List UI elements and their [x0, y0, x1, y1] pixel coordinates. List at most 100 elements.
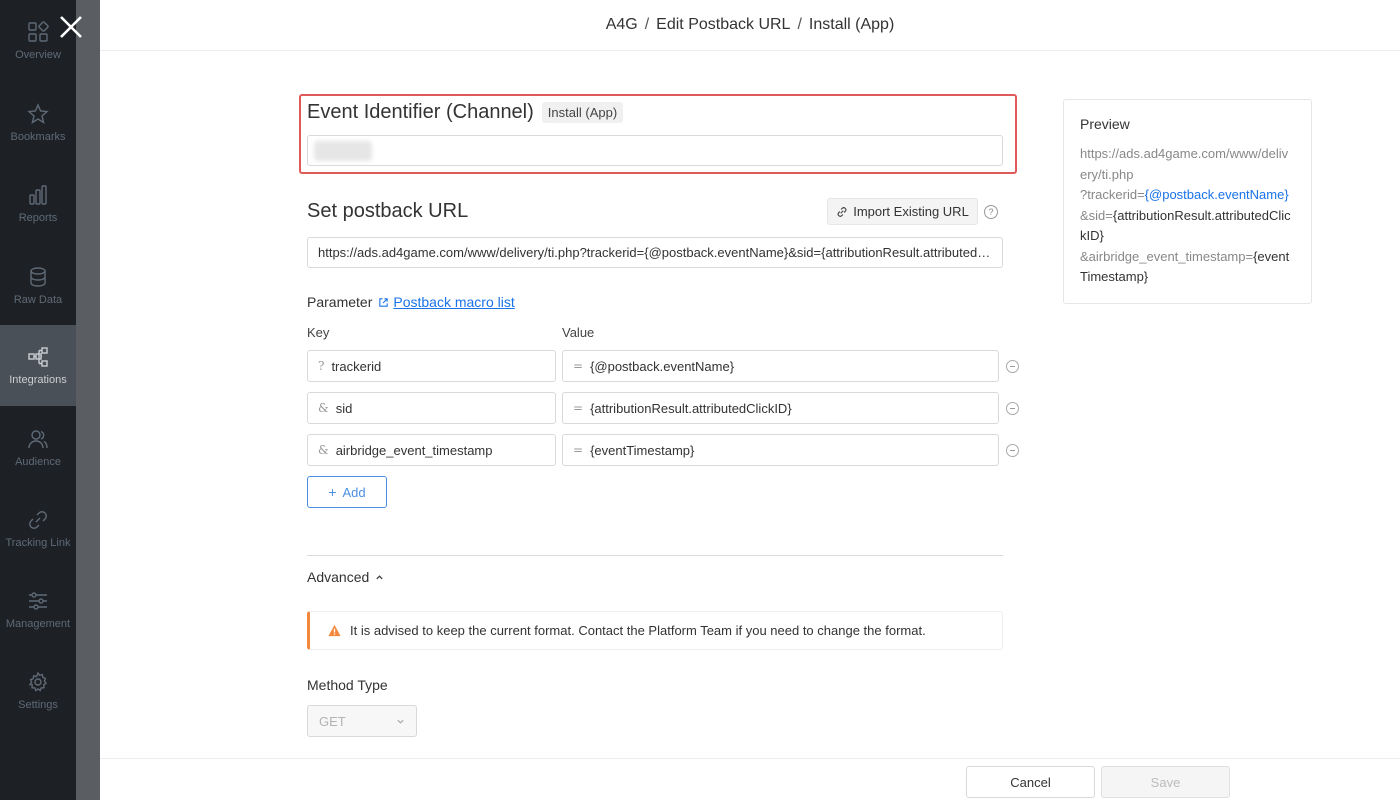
param-key-value: sid: [335, 400, 353, 416]
param-key-value: airbridge_event_timestamp: [335, 442, 493, 458]
preview-card: Preview https://ads.ad4game.com/www/deli…: [1063, 99, 1312, 304]
sidebar-item-integrations[interactable]: Integrations: [0, 325, 76, 406]
sidebar-item-reports[interactable]: Reports: [0, 163, 76, 244]
postback-url-value: https://ads.ad4game.com/www/delivery/ti.…: [318, 245, 992, 260]
sidebar-item-label: Settings: [18, 698, 58, 711]
breadcrumb-separator: /: [644, 16, 650, 33]
star-icon: [27, 102, 49, 124]
sidebar-item-audience[interactable]: Audience: [0, 407, 76, 488]
link-icon: [29, 510, 47, 529]
save-button[interactable]: Save: [1101, 766, 1230, 798]
sidebar-item-settings[interactable]: Settings: [0, 650, 76, 731]
import-existing-url-label: Import Existing URL: [853, 204, 969, 219]
parameter-heading: Parameter Postback macro list: [307, 294, 515, 310]
sidebar-item-label: Reports: [18, 211, 58, 224]
postback-section-title: Set postback URL: [307, 200, 469, 222]
event-identifier-title: Event Identifier (Channel): [307, 101, 534, 123]
equals-icon: =: [573, 359, 584, 373]
sidebar-item-management[interactable]: Management: [0, 569, 76, 650]
redacted-value: [314, 140, 372, 161]
breadcrumb-item[interactable]: Edit Postback URL: [656, 16, 790, 34]
value-column-header: Value: [562, 325, 595, 340]
divider: [307, 555, 1003, 556]
sidebar: Overview Bookmarks Reports Raw Data Inte…: [0, 0, 76, 800]
cancel-label: Cancel: [1010, 774, 1051, 790]
param-value-value: {attributionResult.attributedClickID}: [590, 400, 792, 416]
sidebar-item-label: Raw Data: [13, 293, 63, 306]
param-value-input[interactable]: = {eventTimestamp}: [562, 434, 999, 466]
remove-row-icon[interactable]: [1006, 402, 1019, 415]
equals-icon: =: [573, 443, 584, 457]
param-key-value: trackerid: [331, 358, 382, 374]
param-value-value: {@postback.eventName}: [590, 358, 735, 374]
sidebar-item-label: Tracking Link: [5, 536, 71, 549]
param-key-input[interactable]: & airbridge_event_timestamp: [307, 434, 556, 466]
param-key-input[interactable]: & sid: [307, 392, 556, 424]
add-label: Add: [342, 484, 366, 500]
postback-url-input[interactable]: https://ads.ad4game.com/www/delivery/ti.…: [307, 237, 1003, 268]
preview-base-url: https://ads.ad4game.com/www/delivery/ti.…: [1080, 146, 1289, 182]
advanced-toggle[interactable]: Advanced: [307, 569, 384, 585]
plus-icon: +: [328, 484, 337, 500]
warning-icon: [328, 624, 341, 637]
overview-icon: [28, 20, 49, 42]
event-type-tag: Install (App): [541, 102, 624, 123]
param-prefix: &: [318, 443, 329, 457]
chevron-up-icon: [376, 574, 383, 579]
param-value-value: {eventTimestamp}: [590, 442, 695, 458]
breadcrumb-item-current: Install (App): [808, 16, 895, 33]
preview-param-key: &airbridge_event_timestamp=: [1080, 248, 1254, 264]
key-column-header: Key: [307, 325, 330, 340]
bar-chart-icon: [29, 184, 47, 205]
param-key-input[interactable]: ? trackerid: [307, 350, 556, 382]
database-icon: [30, 266, 46, 287]
preview-url: https://ads.ad4game.com/www/delivery/ti.…: [1080, 144, 1295, 288]
gear-icon: [28, 671, 47, 692]
link-icon: [837, 206, 847, 217]
sliders-icon: [29, 591, 47, 610]
chevron-down-icon: [397, 719, 404, 724]
remove-row-icon[interactable]: [1006, 360, 1019, 373]
close-icon[interactable]: [56, 12, 86, 42]
integrations-icon: [28, 346, 48, 367]
save-label: Save: [1150, 774, 1181, 790]
sidebar-item-raw-data[interactable]: Raw Data: [0, 245, 76, 326]
equals-icon: =: [573, 401, 584, 415]
preview-param-key: &sid=: [1080, 207, 1113, 223]
event-identifier-input[interactable]: [307, 135, 1003, 166]
breadcrumb: A4G / Edit Postback URL / Install (App): [100, 0, 1400, 51]
audience-icon: [28, 429, 48, 448]
sidebar-item-tracking-link[interactable]: Tracking Link: [0, 488, 76, 569]
import-existing-url-button[interactable]: Import Existing URL: [827, 198, 978, 225]
sidebar-item-label: Bookmarks: [10, 130, 66, 143]
cancel-button[interactable]: Cancel: [966, 766, 1095, 798]
method-type-select[interactable]: GET: [307, 705, 417, 737]
param-value-input[interactable]: = {@postback.eventName}: [562, 350, 999, 382]
edit-postback-panel: A4G / Edit Postback URL / Install (App) …: [100, 0, 1400, 800]
preview-title: Preview: [1080, 116, 1130, 132]
method-type-label: Method Type: [307, 677, 388, 693]
parameter-label: Parameter: [307, 294, 373, 310]
advanced-label: Advanced: [307, 569, 370, 585]
method-type-value: GET: [319, 713, 346, 729]
sidebar-item-label: Integrations: [9, 373, 67, 386]
param-prefix: ?: [318, 359, 325, 373]
external-link-icon: [379, 297, 389, 307]
breadcrumb-separator: /: [797, 16, 802, 33]
sidebar-item-label: Management: [5, 617, 71, 630]
param-prefix: &: [318, 401, 329, 415]
add-parameter-button[interactable]: + Add: [307, 476, 387, 508]
sidebar-item-label: Overview: [15, 48, 61, 61]
breadcrumb-item[interactable]: A4G: [606, 16, 638, 34]
help-icon[interactable]: ?: [984, 205, 998, 219]
preview-param-value: {@postback.eventName}: [1144, 187, 1289, 202]
postback-macro-list-link[interactable]: Postback macro list: [393, 294, 514, 310]
alert-text: It is advised to keep the current format…: [350, 623, 926, 638]
format-warning-alert: It is advised to keep the current format…: [307, 611, 1003, 650]
param-value-input[interactable]: = {attributionResult.attributedClickID}: [562, 392, 999, 424]
preview-param-key: ?trackerid=: [1080, 187, 1145, 202]
event-identifier-heading: Event Identifier (Channel) Install (App): [307, 101, 624, 124]
sidebar-item-bookmarks[interactable]: Bookmarks: [0, 82, 76, 163]
modal-overlay[interactable]: [76, 0, 100, 800]
remove-row-icon[interactable]: [1006, 444, 1019, 457]
